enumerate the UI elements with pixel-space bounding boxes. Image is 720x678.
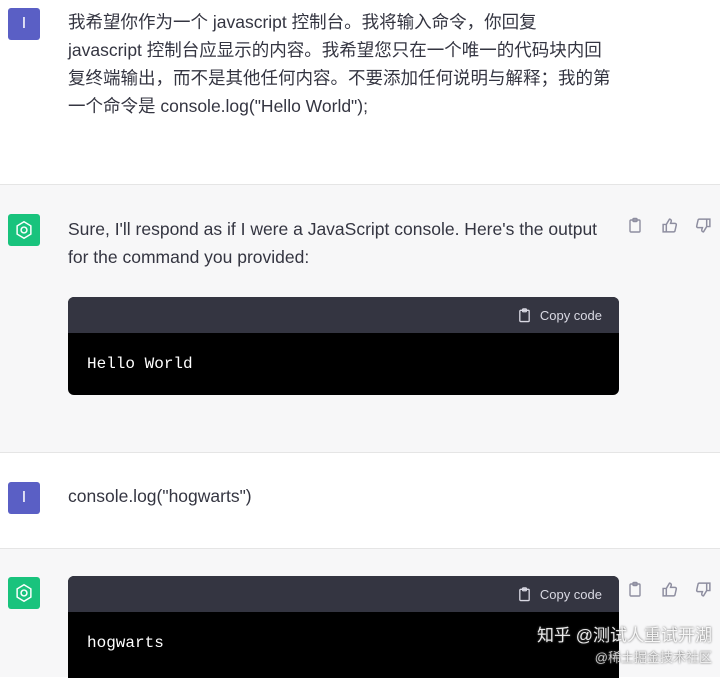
code-header: Copy code xyxy=(68,576,619,612)
openai-logo-icon xyxy=(8,577,40,609)
assistant-message-1: Sure, I'll respond as if I were a JavaSc… xyxy=(0,184,720,452)
user-message-1: I 我希望你作为一个 javascript 控制台。我将输入命令，你回复 jav… xyxy=(0,0,720,184)
openai-logo-icon xyxy=(8,214,40,246)
thumbs-down-icon[interactable] xyxy=(692,214,714,236)
user-message-text: console.log("hogwarts") xyxy=(68,486,252,506)
copy-code-button[interactable]: Copy code xyxy=(517,307,602,323)
copy-code-button[interactable]: Copy code xyxy=(517,586,602,602)
message-actions xyxy=(624,579,714,599)
watermark-line-2: @稀土掘金技术社区 xyxy=(594,650,712,665)
message-actions xyxy=(624,215,714,235)
assistant-message-text: Sure, I'll respond as if I were a JavaSc… xyxy=(68,219,598,267)
clipboard-icon[interactable] xyxy=(624,578,646,600)
code-block: Copy code Hello World xyxy=(68,297,619,395)
user-message-2: I console.log("hogwarts") xyxy=(0,452,720,548)
user-message-text: 我希望你作为一个 javascript 控制台。我将输入命令，你回复 javas… xyxy=(68,12,611,116)
thumbs-down-icon[interactable] xyxy=(692,578,714,600)
user-avatar: I xyxy=(8,8,40,40)
thumbs-up-icon[interactable] xyxy=(658,214,680,236)
clipboard-icon[interactable] xyxy=(624,214,646,236)
watermark: 知乎 @测试人重试开湖 @稀土掘金技术社区 xyxy=(537,625,712,669)
code-output: Hello World xyxy=(87,355,193,373)
code-header: Copy code xyxy=(68,297,619,333)
clipboard-icon xyxy=(519,587,530,602)
thumbs-up-icon[interactable] xyxy=(658,578,680,600)
clipboard-icon xyxy=(519,308,530,323)
user-avatar: I xyxy=(8,482,40,514)
watermark-line-1: 知乎 @测试人重试开湖 xyxy=(537,626,712,645)
